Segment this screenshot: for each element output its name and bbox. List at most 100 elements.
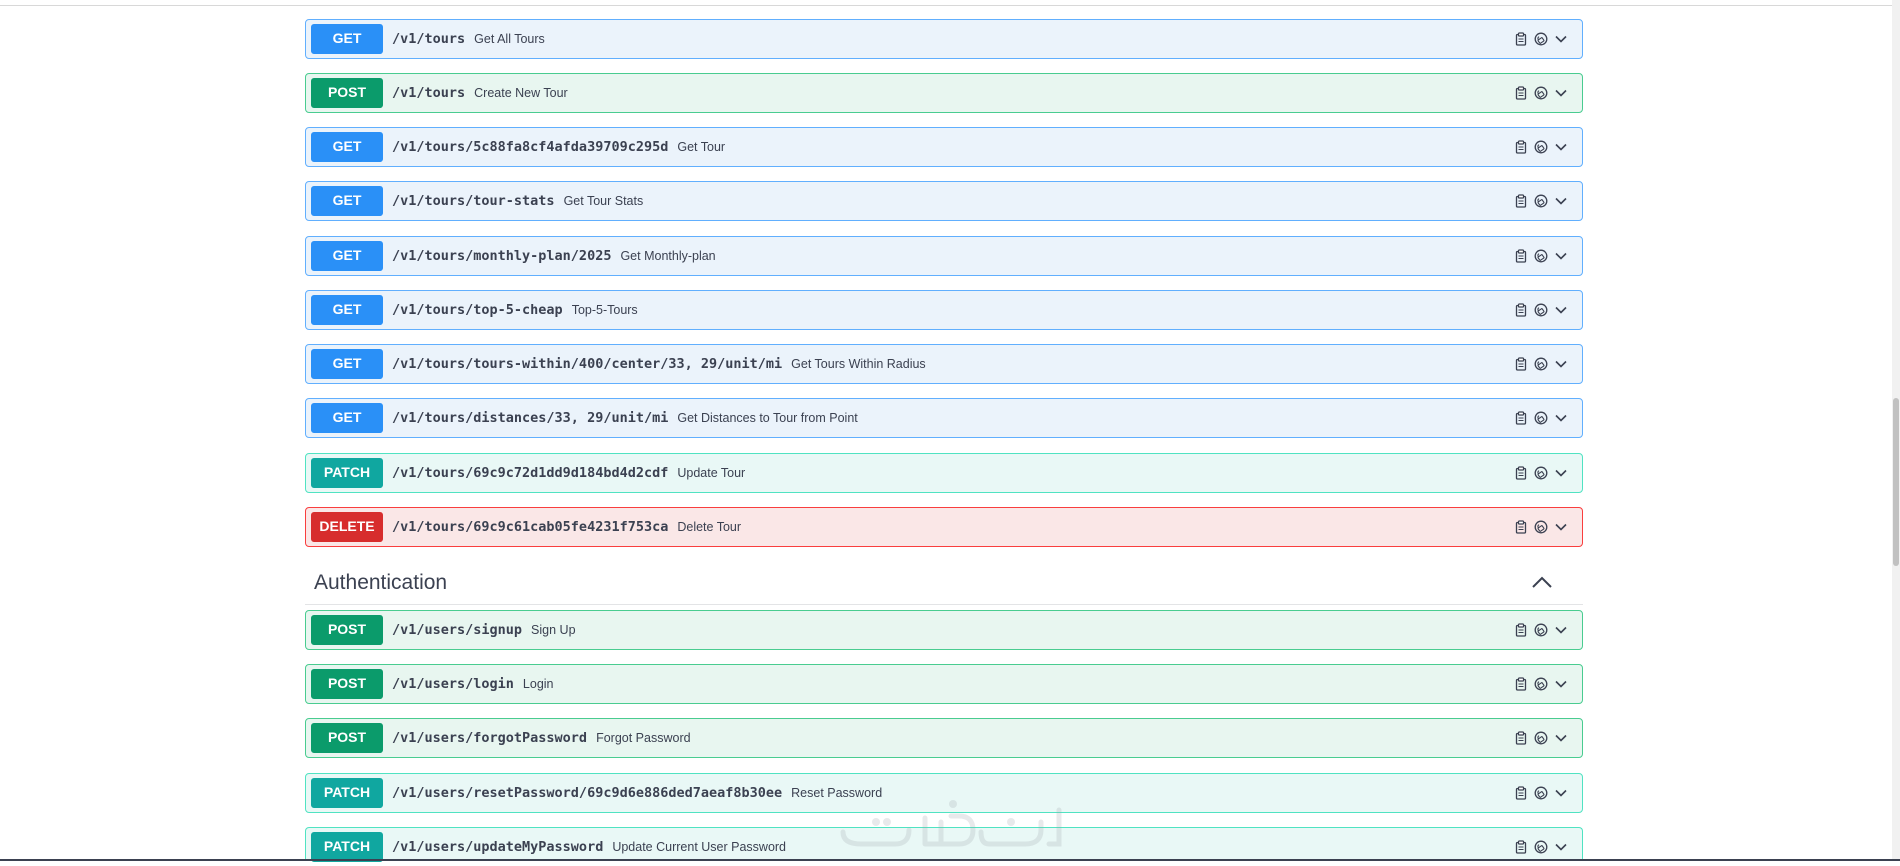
operation-actions <box>1514 611 1568 649</box>
lock-icon[interactable] <box>1534 32 1548 46</box>
lock-icon[interactable] <box>1534 249 1548 263</box>
operation-row[interactable]: GET /v1/tours/tours-within/400/center/33… <box>305 344 1583 384</box>
operation-summary: Forgot Password <box>596 731 691 745</box>
chevron-down-icon[interactable] <box>1554 466 1568 480</box>
operation-row[interactable]: POST /v1/users/forgotPassword Forgot Pas… <box>305 718 1583 758</box>
operation-row[interactable]: POST /v1/tours Create New Tour <box>305 73 1583 113</box>
chevron-up-icon[interactable] <box>1531 574 1553 590</box>
operation-path: /v1/tours/distances/33, 29/unit/mi <box>392 410 669 426</box>
operation-row[interactable]: GET /v1/tours/tour-stats Get Tour Stats <box>305 181 1583 221</box>
operation-row[interactable]: PATCH /v1/tours/69c9c72d1dd9d184bd4d2cdf… <box>305 453 1583 493</box>
top-divider <box>0 0 1900 6</box>
operation-path: /v1/tours/69c9c61cab05fe4231f753ca <box>392 519 669 535</box>
chevron-down-icon[interactable] <box>1554 677 1568 691</box>
operation-row[interactable]: GET /v1/tours/5c88fa8cf4afda39709c295d G… <box>305 127 1583 167</box>
copy-icon[interactable] <box>1514 466 1528 480</box>
operation-actions <box>1514 719 1568 757</box>
lock-icon[interactable] <box>1534 194 1548 208</box>
operation-row[interactable]: GET /v1/tours/monthly-plan/2025 Get Mont… <box>305 236 1583 276</box>
copy-icon[interactable] <box>1514 623 1528 637</box>
chevron-down-icon[interactable] <box>1554 411 1568 425</box>
copy-icon[interactable] <box>1514 840 1528 854</box>
copy-icon[interactable] <box>1514 731 1528 745</box>
method-badge: PATCH <box>311 458 383 488</box>
method-badge: PATCH <box>311 778 383 808</box>
method-badge: POST <box>311 669 383 699</box>
chevron-down-icon[interactable] <box>1554 32 1568 46</box>
copy-icon[interactable] <box>1514 303 1528 317</box>
copy-icon[interactable] <box>1514 140 1528 154</box>
method-badge: GET <box>311 403 383 433</box>
copy-icon[interactable] <box>1514 677 1528 691</box>
operation-actions <box>1514 291 1568 329</box>
chevron-down-icon[interactable] <box>1554 249 1568 263</box>
lock-icon[interactable] <box>1534 466 1548 480</box>
method-badge: GET <box>311 241 383 271</box>
operation-actions <box>1514 128 1568 166</box>
lock-icon[interactable] <box>1534 731 1548 745</box>
method-badge: DELETE <box>311 512 383 542</box>
method-badge: GET <box>311 349 383 379</box>
operation-summary: Login <box>522 677 554 691</box>
copy-icon[interactable] <box>1514 249 1528 263</box>
copy-icon[interactable] <box>1514 86 1528 100</box>
chevron-down-icon[interactable] <box>1554 623 1568 637</box>
operation-summary: Top-5-Tours <box>571 303 638 317</box>
copy-icon[interactable] <box>1514 786 1528 800</box>
method-badge: GET <box>311 186 383 216</box>
lock-icon[interactable] <box>1534 786 1548 800</box>
operation-row[interactable]: GET /v1/tours Get All Tours <box>305 19 1583 59</box>
operation-actions <box>1514 74 1568 112</box>
operation-path: /v1/tours/top-5-cheap <box>392 302 563 318</box>
operation-actions <box>1514 20 1568 58</box>
chevron-down-icon[interactable] <box>1554 840 1568 854</box>
operation-row[interactable]: POST /v1/users/signup Sign Up <box>305 610 1583 650</box>
lock-icon[interactable] <box>1534 140 1548 154</box>
operation-path: /v1/users/updateMyPassword <box>392 839 604 855</box>
lock-icon[interactable] <box>1534 357 1548 371</box>
chevron-down-icon[interactable] <box>1554 140 1568 154</box>
operation-row[interactable]: GET /v1/tours/distances/33, 29/unit/mi G… <box>305 398 1583 438</box>
lock-icon[interactable] <box>1534 840 1548 854</box>
method-badge: POST <box>311 78 383 108</box>
operation-actions <box>1514 774 1568 812</box>
chevron-down-icon[interactable] <box>1554 303 1568 317</box>
chevron-down-icon[interactable] <box>1554 520 1568 534</box>
tag-title: Authentication <box>314 570 448 594</box>
operation-actions <box>1514 345 1568 383</box>
lock-icon[interactable] <box>1534 623 1548 637</box>
operation-row[interactable]: POST /v1/users/login Login <box>305 664 1583 704</box>
operation-actions <box>1514 399 1568 437</box>
operation-path: /v1/tours <box>392 31 466 47</box>
chevron-down-icon[interactable] <box>1554 357 1568 371</box>
chevron-down-icon[interactable] <box>1554 731 1568 745</box>
operation-actions <box>1514 508 1568 546</box>
copy-icon[interactable] <box>1514 194 1528 208</box>
operation-row[interactable]: DELETE /v1/tours/69c9c61cab05fe4231f753c… <box>305 507 1583 547</box>
lock-icon[interactable] <box>1534 520 1548 534</box>
copy-icon[interactable] <box>1514 357 1528 371</box>
page-scrollbar[interactable] <box>1892 0 1900 861</box>
method-badge: PATCH <box>311 832 383 862</box>
chevron-down-icon[interactable] <box>1554 194 1568 208</box>
tag-authentication[interactable]: Authentication <box>305 561 1583 605</box>
operation-path: /v1/tours/tour-stats <box>392 193 555 209</box>
copy-icon[interactable] <box>1514 520 1528 534</box>
operation-summary: Get Tour Stats <box>563 194 644 208</box>
lock-icon[interactable] <box>1534 303 1548 317</box>
chevron-down-icon[interactable] <box>1554 86 1568 100</box>
scrollbar-thumb[interactable] <box>1893 398 1899 566</box>
chevron-down-icon[interactable] <box>1554 786 1568 800</box>
operation-summary: Get Distances to Tour from Point <box>677 411 858 425</box>
copy-icon[interactable] <box>1514 32 1528 46</box>
operation-summary: Update Current User Password <box>612 840 787 854</box>
operation-row[interactable]: GET /v1/tours/top-5-cheap Top-5-Tours <box>305 290 1583 330</box>
operation-path: /v1/tours/tours-within/400/center/33, 29… <box>392 356 783 372</box>
lock-icon[interactable] <box>1534 411 1548 425</box>
operation-actions <box>1514 237 1568 275</box>
operation-summary: Get All Tours <box>474 32 545 46</box>
lock-icon[interactable] <box>1534 677 1548 691</box>
lock-icon[interactable] <box>1534 86 1548 100</box>
copy-icon[interactable] <box>1514 411 1528 425</box>
method-badge: POST <box>311 615 383 645</box>
